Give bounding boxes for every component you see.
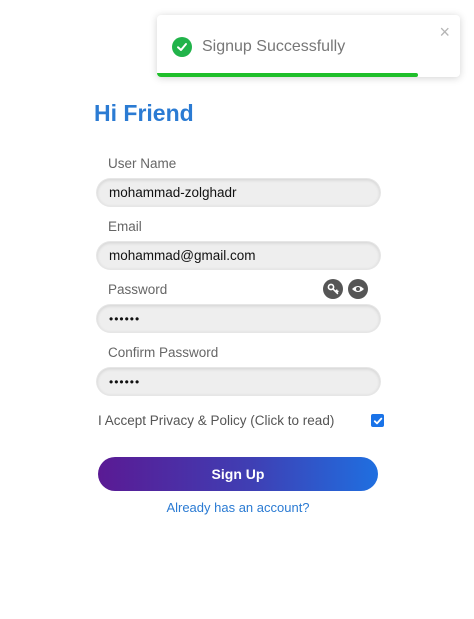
policy-checkbox[interactable]	[371, 414, 384, 427]
confirm-password-label: Confirm Password	[108, 345, 219, 360]
close-icon[interactable]: ×	[439, 23, 450, 41]
email-input[interactable]: mohammad@gmail.com	[97, 242, 380, 269]
sign-up-button[interactable]: Sign Up	[98, 457, 378, 491]
policy-label[interactable]: I Accept Privacy & Policy (Click to read…	[98, 413, 334, 428]
password-input[interactable]: ••••••	[97, 305, 380, 332]
toast-progress-fill	[157, 73, 418, 77]
toast-message: Signup Successfully	[202, 38, 346, 55]
username-input[interactable]: mohammad-zolghadr	[97, 179, 380, 206]
eye-icon[interactable]	[348, 279, 368, 299]
password-label: Password	[108, 282, 168, 297]
username-label: User Name	[108, 156, 177, 171]
check-circle-icon	[172, 37, 192, 57]
email-label: Email	[108, 219, 142, 234]
password-actions	[323, 279, 368, 299]
signup-page: Signup Successfully × Hi Friend User Nam…	[0, 0, 474, 619]
success-toast: Signup Successfully ×	[157, 15, 460, 77]
key-icon[interactable]	[323, 279, 343, 299]
confirm-password-input[interactable]: ••••••	[97, 368, 380, 395]
page-title: Hi Friend	[94, 100, 194, 126]
toast-progress-bar	[157, 73, 460, 77]
login-link[interactable]: Already has an account?	[0, 500, 474, 515]
